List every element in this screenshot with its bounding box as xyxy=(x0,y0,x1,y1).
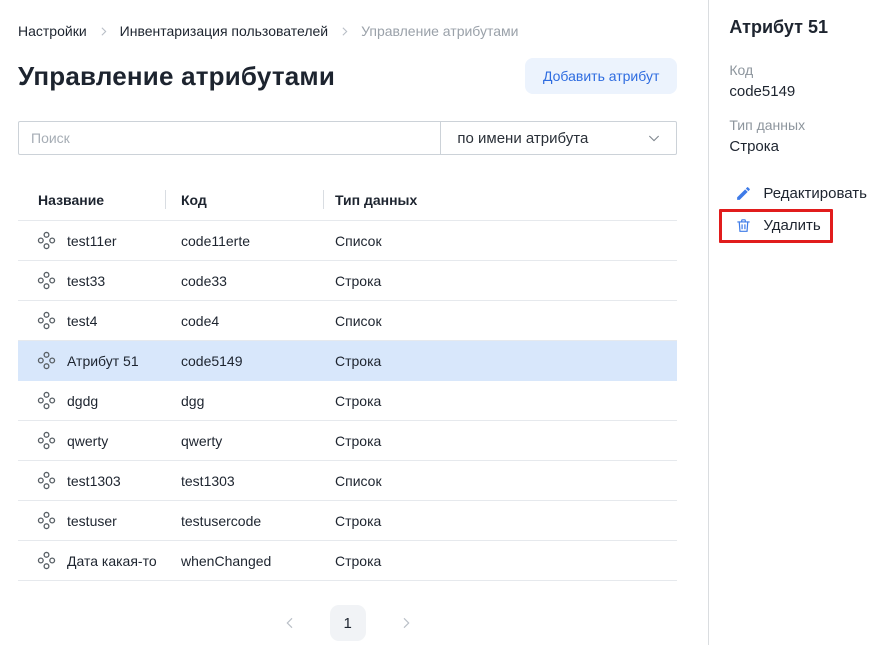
chevron-down-icon xyxy=(646,130,662,146)
attribute-icon xyxy=(36,470,57,491)
column-header-code: Код xyxy=(165,186,323,221)
table-header-row: Название Код Тип данных xyxy=(18,186,677,221)
field-value: Строка xyxy=(729,138,867,155)
delete-button[interactable]: Удалить xyxy=(735,217,820,234)
attribute-name: testuser xyxy=(67,513,117,529)
detail-panel: Атрибут 51 Код code5149 Тип данных Строк… xyxy=(709,0,877,645)
edit-button[interactable]: Редактировать xyxy=(729,185,867,202)
field-label: Тип данных xyxy=(729,117,867,133)
column-header-name: Название xyxy=(18,186,165,221)
attribute-icon xyxy=(36,550,57,571)
attribute-name: test11er xyxy=(67,233,117,249)
next-page-button[interactable] xyxy=(394,611,418,635)
page-number-button[interactable]: 1 xyxy=(330,605,366,641)
attribute-type: Список xyxy=(323,221,677,261)
table-row[interactable]: test1303 test1303 Список xyxy=(18,461,677,501)
detail-actions: Редактировать Удалить xyxy=(729,185,867,243)
app-window: Настройки Инвентаризация пользователей У… xyxy=(0,0,877,645)
prev-page-button[interactable] xyxy=(278,611,302,635)
attribute-code: code4 xyxy=(165,301,323,341)
attribute-type: Строка xyxy=(323,501,677,541)
breadcrumb: Настройки Инвентаризация пользователей У… xyxy=(18,23,677,39)
search-input[interactable] xyxy=(18,121,441,155)
delete-button-label: Удалить xyxy=(763,217,820,234)
attribute-code: code11erte xyxy=(165,221,323,261)
attribute-code: dgg xyxy=(165,381,323,421)
attribute-type: Строка xyxy=(323,261,677,301)
detail-field-type: Тип данных Строка xyxy=(729,117,867,155)
attribute-code: whenChanged xyxy=(165,541,323,581)
attributes-table: Название Код Тип данных test11er code11e… xyxy=(18,186,677,581)
attribute-name: test1303 xyxy=(67,473,121,489)
attribute-type: Строка xyxy=(323,541,677,581)
search-filter-select[interactable]: по имени атрибута xyxy=(440,121,677,155)
attribute-name: test4 xyxy=(67,313,97,329)
chevron-right-icon xyxy=(398,615,414,631)
attribute-code: test1303 xyxy=(165,461,323,501)
column-header-type: Тип данных xyxy=(323,186,677,221)
attribute-type: Строка xyxy=(323,381,677,421)
page-title: Управление атрибутами xyxy=(18,61,335,92)
delete-highlight-box: Удалить xyxy=(719,209,832,243)
attribute-icon xyxy=(36,390,57,411)
search-bar: по имени атрибута xyxy=(18,121,677,155)
attribute-code: testusercode xyxy=(165,501,323,541)
table-row[interactable]: Дата какая-то whenChanged Строка xyxy=(18,541,677,581)
attribute-name: qwerty xyxy=(67,433,108,449)
add-attribute-button[interactable]: Добавить атрибут xyxy=(525,58,677,94)
pencil-icon xyxy=(735,185,752,202)
pagination: 1 xyxy=(18,605,677,641)
table-row-selected[interactable]: Атрибут 51 code5149 Строка xyxy=(18,341,677,381)
attribute-code: qwerty xyxy=(165,421,323,461)
attribute-name: Дата какая-то xyxy=(67,553,157,569)
attribute-icon xyxy=(36,270,57,291)
chevron-left-icon xyxy=(282,615,298,631)
attribute-icon xyxy=(36,510,57,531)
attribute-type: Строка xyxy=(323,341,677,381)
page-header: Управление атрибутами Добавить атрибут xyxy=(18,58,677,94)
detail-panel-title: Атрибут 51 xyxy=(729,17,867,38)
table-row[interactable]: test33 code33 Строка xyxy=(18,261,677,301)
main-content: Настройки Инвентаризация пользователей У… xyxy=(0,0,709,645)
breadcrumb-settings[interactable]: Настройки xyxy=(18,23,87,39)
table-row[interactable]: dgdg dgg Строка xyxy=(18,381,677,421)
chevron-right-icon xyxy=(97,25,110,38)
attribute-type: Строка xyxy=(323,421,677,461)
edit-button-label: Редактировать xyxy=(763,185,867,202)
attribute-icon xyxy=(36,350,57,371)
breadcrumb-user-inventory[interactable]: Инвентаризация пользователей xyxy=(120,23,328,39)
attribute-name: Атрибут 51 xyxy=(67,353,139,369)
table-row[interactable]: qwerty qwerty Строка xyxy=(18,421,677,461)
attribute-name: dgdg xyxy=(67,393,98,409)
attribute-icon xyxy=(36,230,57,251)
table-row[interactable]: test4 code4 Список xyxy=(18,301,677,341)
attribute-type: Список xyxy=(323,461,677,501)
search-filter-value: по имени атрибута xyxy=(457,130,588,147)
field-label: Код xyxy=(729,62,867,78)
breadcrumb-attribute-management: Управление атрибутами xyxy=(361,23,518,39)
attribute-code: code33 xyxy=(165,261,323,301)
chevron-right-icon xyxy=(338,25,351,38)
attribute-code: code5149 xyxy=(165,341,323,381)
table-row[interactable]: test11er code11erte Список xyxy=(18,221,677,261)
attribute-icon xyxy=(36,430,57,451)
attribute-name: test33 xyxy=(67,273,105,289)
detail-field-code: Код code5149 xyxy=(729,62,867,100)
field-value: code5149 xyxy=(729,83,867,100)
attribute-icon xyxy=(36,310,57,331)
table-row[interactable]: testuser testusercode Строка xyxy=(18,501,677,541)
trash-icon xyxy=(735,217,752,234)
attribute-type: Список xyxy=(323,301,677,341)
